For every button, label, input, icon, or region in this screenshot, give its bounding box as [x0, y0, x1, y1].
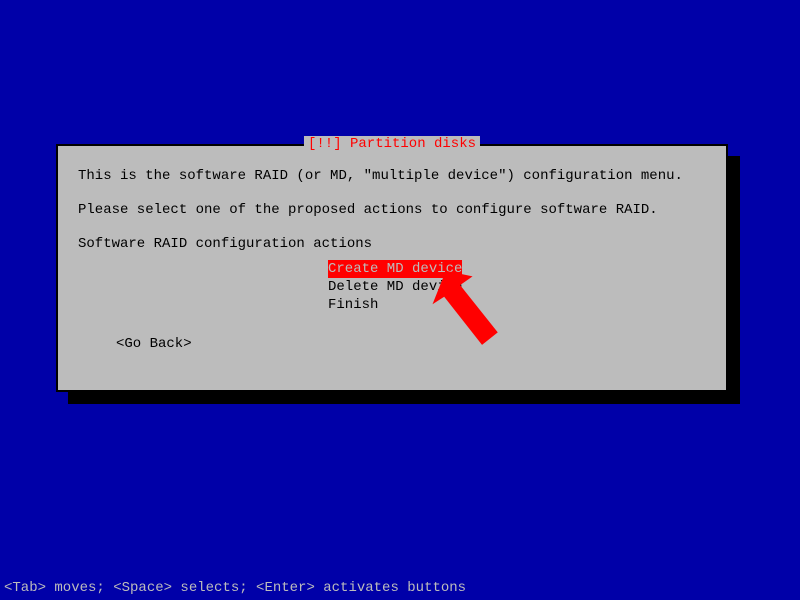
footer-hint: <Tab> moves; <Space> selects; <Enter> ac…: [4, 580, 466, 596]
title-marker: [!!]: [308, 136, 342, 152]
go-back-button[interactable]: <Go Back>: [116, 336, 706, 352]
menu-item-create-md[interactable]: Create MD device: [328, 260, 462, 278]
intro-text-1: This is the software RAID (or MD, "multi…: [78, 168, 706, 184]
title-text: Partition disks: [342, 136, 476, 152]
menu-item-delete-md[interactable]: Delete MD device: [328, 278, 462, 296]
menu-list: Create MD device Delete MD device Finish: [328, 260, 706, 314]
dialog-title: [!!] Partition disks: [304, 136, 480, 152]
dialog-content: This is the software RAID (or MD, "multi…: [58, 146, 726, 362]
menu-item-finish[interactable]: Finish: [328, 296, 378, 314]
intro-text-2: Please select one of the proposed action…: [78, 202, 706, 218]
partition-dialog: [!!] Partition disks This is the softwar…: [56, 144, 728, 392]
prompt-text: Software RAID configuration actions: [78, 236, 706, 252]
